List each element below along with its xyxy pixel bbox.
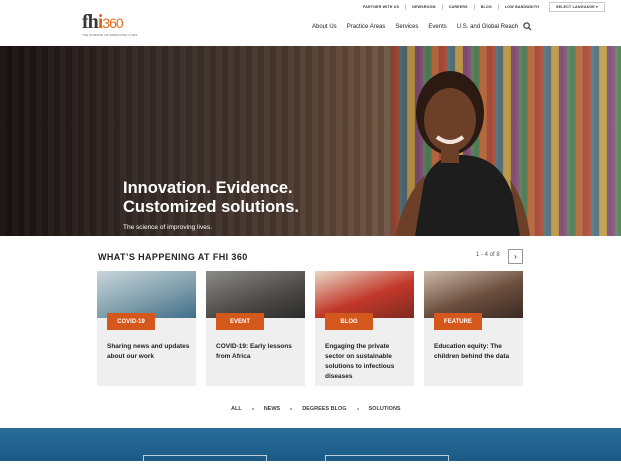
utility-link-low-bandwidth[interactable]: LOW BANDWIDTH	[497, 4, 545, 10]
main-nav: About Us Practice Areas Services Events …	[312, 24, 518, 30]
card-title[interactable]: Sharing news and updates about our work	[107, 342, 191, 362]
card-title[interactable]: Education equity: The children behind th…	[434, 342, 518, 362]
news-card[interactable]: FEATURE Education equity: The children b…	[424, 271, 523, 386]
category-filters: ALL NEWS DEGREES BLOG SOLUTIONS	[231, 406, 401, 412]
logo-tagline: THE SCIENCE OF IMPROVING LIVES	[82, 33, 138, 37]
chevron-right-icon: ›	[514, 252, 517, 261]
card-image	[424, 271, 523, 318]
card-image	[315, 271, 414, 318]
next-button[interactable]: ›	[508, 249, 523, 264]
hero-headline: Innovation. Evidence. Customized solution…	[123, 179, 300, 216]
pager-count: 1 - 4 of 8	[476, 252, 500, 258]
logo-mark: fhi360	[82, 11, 124, 33]
feature-box-left[interactable]	[143, 455, 267, 465]
card-image	[97, 271, 196, 318]
hero-banner: Innovation. Evidence. Customized solution…	[0, 46, 621, 236]
separator-dot	[356, 408, 359, 410]
nav-practice-areas[interactable]: Practice Areas	[347, 24, 386, 30]
language-select-label: SELECT LANGUAGE	[556, 5, 595, 9]
nav-services[interactable]: Services	[395, 24, 418, 30]
separator-dot	[290, 408, 293, 410]
separator-dot	[251, 408, 254, 410]
nav-about-us[interactable]: About Us	[312, 24, 337, 30]
feature-box-right[interactable]	[325, 455, 449, 465]
filter-degrees-blog[interactable]: DEGREES BLOG	[302, 406, 346, 412]
nav-global-reach[interactable]: U.S. and Global Reach	[457, 24, 518, 30]
language-select[interactable]: SELECT LANGUAGE ▾	[549, 2, 605, 12]
hero-subhead: The science of improving lives.	[123, 224, 212, 231]
filter-all[interactable]: ALL	[231, 406, 242, 412]
utility-link-careers[interactable]: CAREERS	[441, 4, 474, 10]
card-title[interactable]: COVID-19: Early lessons from Africa	[216, 342, 300, 362]
fhi360-logo[interactable]: fhi360 THE SCIENCE OF IMPROVING LIVES	[82, 11, 142, 37]
news-card[interactable]: COVID-19 Sharing news and updates about …	[97, 271, 196, 386]
utility-link-newsroom[interactable]: NEWSROOM	[405, 4, 442, 10]
utility-link-partner[interactable]: PARTNER WITH US	[357, 4, 405, 10]
section-title: WHAT’S HAPPENING AT FHI 360	[98, 252, 248, 262]
search-icon[interactable]	[523, 22, 532, 31]
bottom-feature-band	[0, 428, 621, 465]
card-badge: FEATURE	[434, 313, 482, 330]
card-badge: EVENT	[216, 313, 264, 330]
card-badge: BLOG	[325, 313, 373, 330]
news-card[interactable]: BLOG Engaging the private sector on sust…	[315, 271, 414, 386]
news-card[interactable]: EVENT COVID-19: Early lessons from Afric…	[206, 271, 305, 386]
utility-nav: PARTNER WITH US NEWSROOM CAREERS BLOG LO…	[357, 2, 605, 12]
news-cards: COVID-19 Sharing news and updates about …	[97, 271, 523, 386]
utility-link-blog[interactable]: BLOG	[473, 4, 498, 10]
filter-news[interactable]: NEWS	[264, 406, 281, 412]
filter-solutions[interactable]: SOLUTIONS	[369, 406, 401, 412]
nav-events[interactable]: Events	[428, 24, 446, 30]
card-image	[206, 271, 305, 318]
card-title[interactable]: Engaging the private sector on sustainab…	[325, 342, 409, 382]
hero-woman-image	[395, 71, 530, 236]
card-badge: COVID-19	[107, 313, 155, 330]
